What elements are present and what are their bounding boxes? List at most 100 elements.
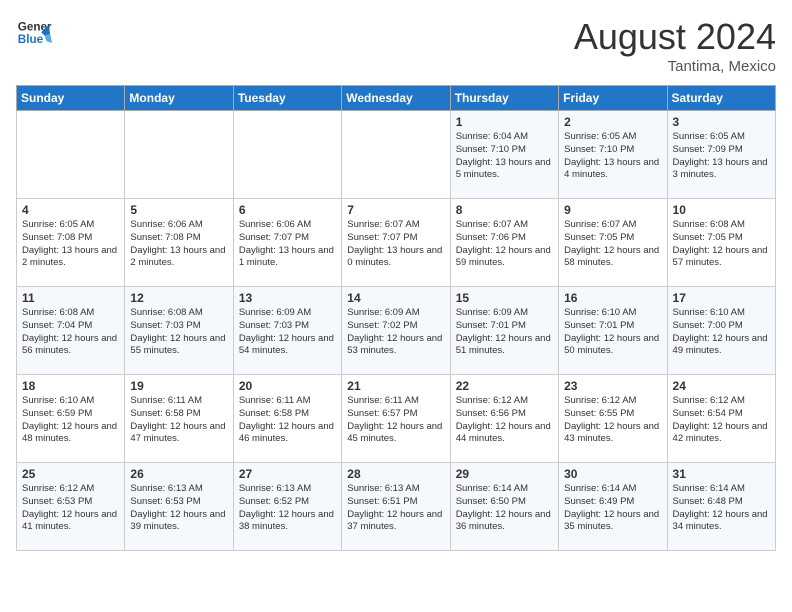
calendar-cell: 26 Sunrise: 6:13 AMSunset: 6:53 PMDayligh… [125, 463, 233, 551]
day-number: 20 [239, 379, 336, 393]
day-number: 22 [456, 379, 553, 393]
calendar-cell: 30Sunrise: 6:14 AMSunset: 6:49 PMDayligh… [559, 463, 667, 551]
calendar-cell [125, 111, 233, 199]
calendar-cell: 4 Sunrise: 6:05 AMSunset: 7:08 PMDaylight… [17, 199, 125, 287]
calendar-cell: 2 Sunrise: 6:05 AMSunset: 7:10 PMDaylight… [559, 111, 667, 199]
calendar-cell: 27 Sunrise: 6:13 AMSunset: 6:52 PMDayligh… [233, 463, 341, 551]
calendar-cell: 15Sunrise: 6:09 AMSunset: 7:01 PMDayligh… [450, 287, 558, 375]
calendar-cell: 24 Sunrise: 6:12 AMSunset: 6:54 PMDayligh… [667, 375, 775, 463]
calendar-cell: 31Sunrise: 6:14 AMSunset: 6:48 PMDayligh… [667, 463, 775, 551]
calendar-cell: 22 Sunrise: 6:12 AMSunset: 6:56 PMDayligh… [450, 375, 558, 463]
calendar-cell: 21Sunrise: 6:11 AMSunset: 6:57 PMDayligh… [342, 375, 450, 463]
day-number: 3 [673, 115, 770, 129]
day-number: 24 [673, 379, 770, 393]
cell-info: Sunrise: 6:13 AMSunset: 6:53 PMDaylight:… [130, 483, 225, 532]
calendar-cell: 20 Sunrise: 6:11 AMSunset: 6:58 PMDayligh… [233, 375, 341, 463]
cell-info: Sunrise: 6:07 AMSunset: 7:07 PMDaylight:… [347, 219, 442, 268]
day-number: 23 [564, 379, 661, 393]
calendar-cell: 17 Sunrise: 6:10 AMSunset: 7:00 PMDayligh… [667, 287, 775, 375]
logo-icon: General Blue [16, 16, 52, 52]
cell-info: Sunrise: 6:07 AMSunset: 7:05 PMDaylight:… [564, 219, 659, 268]
cell-info: Sunrise: 6:13 AMSunset: 6:52 PMDaylight:… [239, 483, 334, 532]
calendar-cell: 25 Sunrise: 6:12 AMSunset: 6:53 PMDayligh… [17, 463, 125, 551]
title-block: August 2024 Tantima, Mexico [574, 16, 776, 75]
calendar-cell: 8Sunrise: 6:07 AMSunset: 7:06 PMDaylight… [450, 199, 558, 287]
day-header-wednesday: Wednesday [342, 86, 450, 111]
calendar-cell: 16 Sunrise: 6:10 AMSunset: 7:01 PMDayligh… [559, 287, 667, 375]
calendar-cell: 5 Sunrise: 6:06 AMSunset: 7:08 PMDaylight… [125, 199, 233, 287]
cell-info: Sunrise: 6:08 AMSunset: 7:04 PMDaylight:… [22, 307, 117, 356]
cell-info: Sunrise: 6:10 AMSunset: 7:00 PMDaylight:… [673, 307, 768, 356]
day-number: 29 [456, 467, 553, 481]
calendar-cell: 11 Sunrise: 6:08 AMSunset: 7:04 PMDayligh… [17, 287, 125, 375]
cell-info: Sunrise: 6:12 AMSunset: 6:54 PMDaylight:… [673, 395, 768, 444]
cell-info: Sunrise: 6:06 AMSunset: 7:08 PMDaylight:… [130, 219, 225, 268]
cell-info: Sunrise: 6:08 AMSunset: 7:03 PMDaylight:… [130, 307, 225, 356]
location-subtitle: Tantima, Mexico [574, 58, 776, 75]
calendar-cell [342, 111, 450, 199]
day-number: 6 [239, 203, 336, 217]
calendar-table: SundayMondayTuesdayWednesdayThursdayFrid… [16, 85, 776, 551]
cell-info: Sunrise: 6:08 AMSunset: 7:05 PMDaylight:… [673, 219, 768, 268]
cell-info: Sunrise: 6:06 AMSunset: 7:07 PMDaylight:… [239, 219, 334, 268]
cell-info: Sunrise: 6:05 AMSunset: 7:10 PMDaylight:… [564, 131, 659, 180]
calendar-cell: 19 Sunrise: 6:11 AMSunset: 6:58 PMDayligh… [125, 375, 233, 463]
day-number: 10 [673, 203, 770, 217]
day-number: 25 [22, 467, 119, 481]
calendar-cell: 10 Sunrise: 6:08 AMSunset: 7:05 PMDayligh… [667, 199, 775, 287]
calendar-cell: 29 Sunrise: 6:14 AMSunset: 6:50 PMDayligh… [450, 463, 558, 551]
page-header: General Blue August 2024 Tantima, Mexico [16, 16, 776, 75]
day-number: 26 [130, 467, 227, 481]
cell-info: Sunrise: 6:11 AMSunset: 6:58 PMDaylight:… [130, 395, 225, 444]
cell-info: Sunrise: 6:10 AMSunset: 7:01 PMDaylight:… [564, 307, 659, 356]
cell-info: Sunrise: 6:14 AMSunset: 6:49 PMDaylight:… [564, 483, 659, 532]
day-number: 7 [347, 203, 444, 217]
cell-info: Sunrise: 6:05 AMSunset: 7:08 PMDaylight:… [22, 219, 117, 268]
cell-info: Sunrise: 6:09 AMSunset: 7:03 PMDaylight:… [239, 307, 334, 356]
cell-info: Sunrise: 6:12 AMSunset: 6:55 PMDaylight:… [564, 395, 659, 444]
calendar-week-row: 25 Sunrise: 6:12 AMSunset: 6:53 PMDayligh… [17, 463, 776, 551]
svg-text:Blue: Blue [18, 33, 44, 46]
cell-info: Sunrise: 6:09 AMSunset: 7:01 PMDaylight:… [456, 307, 551, 356]
day-number: 5 [130, 203, 227, 217]
calendar-cell [233, 111, 341, 199]
calendar-cell: 7 Sunrise: 6:07 AMSunset: 7:07 PMDaylight… [342, 199, 450, 287]
day-header-sunday: Sunday [17, 86, 125, 111]
cell-info: Sunrise: 6:12 AMSunset: 6:56 PMDaylight:… [456, 395, 551, 444]
day-number: 27 [239, 467, 336, 481]
calendar-cell: 28Sunrise: 6:13 AMSunset: 6:51 PMDayligh… [342, 463, 450, 551]
cell-info: Sunrise: 6:13 AMSunset: 6:51 PMDaylight:… [347, 483, 442, 532]
day-number: 31 [673, 467, 770, 481]
month-year-title: August 2024 [574, 16, 776, 58]
day-number: 9 [564, 203, 661, 217]
calendar-cell: 6 Sunrise: 6:06 AMSunset: 7:07 PMDaylight… [233, 199, 341, 287]
day-number: 4 [22, 203, 119, 217]
cell-info: Sunrise: 6:11 AMSunset: 6:58 PMDaylight:… [239, 395, 334, 444]
calendar-cell [17, 111, 125, 199]
day-number: 19 [130, 379, 227, 393]
day-number: 12 [130, 291, 227, 305]
calendar-cell: 13 Sunrise: 6:09 AMSunset: 7:03 PMDayligh… [233, 287, 341, 375]
day-number: 2 [564, 115, 661, 129]
calendar-cell: 3 Sunrise: 6:05 AMSunset: 7:09 PMDaylight… [667, 111, 775, 199]
day-number: 1 [456, 115, 553, 129]
cell-info: Sunrise: 6:14 AMSunset: 6:50 PMDaylight:… [456, 483, 551, 532]
cell-info: Sunrise: 6:12 AMSunset: 6:53 PMDaylight:… [22, 483, 117, 532]
day-header-saturday: Saturday [667, 86, 775, 111]
day-number: 16 [564, 291, 661, 305]
day-number: 11 [22, 291, 119, 305]
calendar-week-row: 11 Sunrise: 6:08 AMSunset: 7:04 PMDayligh… [17, 287, 776, 375]
calendar-week-row: 4 Sunrise: 6:05 AMSunset: 7:08 PMDaylight… [17, 199, 776, 287]
day-number: 13 [239, 291, 336, 305]
calendar-cell: 9 Sunrise: 6:07 AMSunset: 7:05 PMDaylight… [559, 199, 667, 287]
day-number: 17 [673, 291, 770, 305]
calendar-cell: 14Sunrise: 6:09 AMSunset: 7:02 PMDayligh… [342, 287, 450, 375]
cell-info: Sunrise: 6:11 AMSunset: 6:57 PMDaylight:… [347, 395, 442, 444]
calendar-cell: 18 Sunrise: 6:10 AMSunset: 6:59 PMDayligh… [17, 375, 125, 463]
day-header-thursday: Thursday [450, 86, 558, 111]
cell-info: Sunrise: 6:10 AMSunset: 6:59 PMDaylight:… [22, 395, 117, 444]
day-header-tuesday: Tuesday [233, 86, 341, 111]
day-number: 18 [22, 379, 119, 393]
calendar-week-row: 1Sunrise: 6:04 AMSunset: 7:10 PMDaylight… [17, 111, 776, 199]
cell-info: Sunrise: 6:05 AMSunset: 7:09 PMDaylight:… [673, 131, 768, 180]
